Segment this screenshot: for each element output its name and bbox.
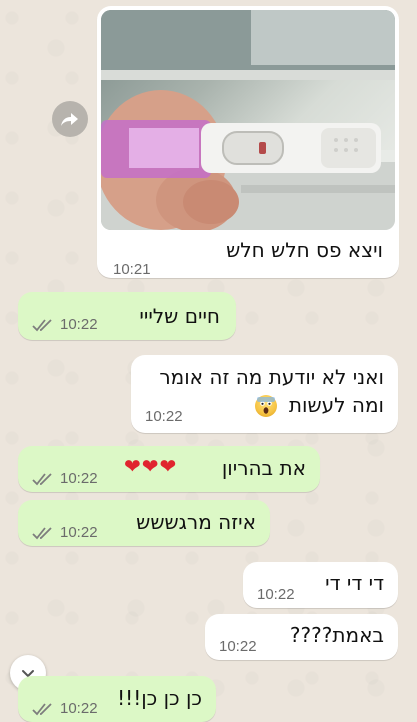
message-bubble-incoming[interactable]: באמת???? 10:22 <box>205 614 398 660</box>
message-time: 10:22 <box>219 638 257 655</box>
message-bubble-incoming[interactable]: ואני לא יודעת מה זה אומר ומה לעשות 10:22 <box>131 355 398 433</box>
forward-button[interactable] <box>52 101 88 137</box>
message-time: 10:22 <box>145 408 183 425</box>
message-text: חיים שלייי <box>139 304 220 328</box>
message-text: איזה מרגששש <box>136 510 256 534</box>
message-bubble-outgoing[interactable]: כן כן כן!!! 10:22 <box>18 676 216 722</box>
message-text-line1: ואני לא יודעת מה זה אומר <box>159 365 384 389</box>
message-text: באמת???? <box>289 623 384 647</box>
message-bubble-incoming[interactable]: ויצא פס חלש חלש 10:21 <box>97 6 399 278</box>
message-bubble-outgoing[interactable]: את בהריון ❤❤❤ 10:22 <box>18 446 320 492</box>
message-text: די די די <box>325 571 384 595</box>
message-text-line2: ומה לעשות <box>288 393 384 417</box>
forward-icon <box>61 113 78 126</box>
message-bubble-outgoing[interactable]: חיים שלייי 10:22 <box>18 292 236 340</box>
message-time: 10:22 <box>60 316 98 333</box>
message-bubble-incoming[interactable]: די די די 10:22 <box>243 562 398 608</box>
face-screaming-in-fear-emoji <box>255 395 277 417</box>
double-check-icon <box>32 319 52 332</box>
double-check-icon <box>32 703 52 716</box>
message-time: 10:22 <box>257 586 295 603</box>
message-time: 10:22 <box>60 700 98 717</box>
pregnancy-test-photo[interactable] <box>101 10 395 230</box>
message-bubble-outgoing[interactable]: איזה מרגששש 10:22 <box>18 500 270 546</box>
heart-emojis: ❤❤❤ <box>124 454 178 478</box>
double-check-icon <box>32 473 52 486</box>
message-time: 10:22 <box>60 470 98 487</box>
double-check-icon <box>32 527 52 540</box>
message-text: כן כן כן!!! <box>117 686 202 710</box>
message-time: 10:22 <box>60 524 98 541</box>
message-time: 10:21 <box>113 261 151 278</box>
message-text: את בהריון <box>221 456 306 480</box>
photo-image <box>101 10 395 230</box>
message-text: ויצא פס חלש חלש <box>226 238 383 262</box>
